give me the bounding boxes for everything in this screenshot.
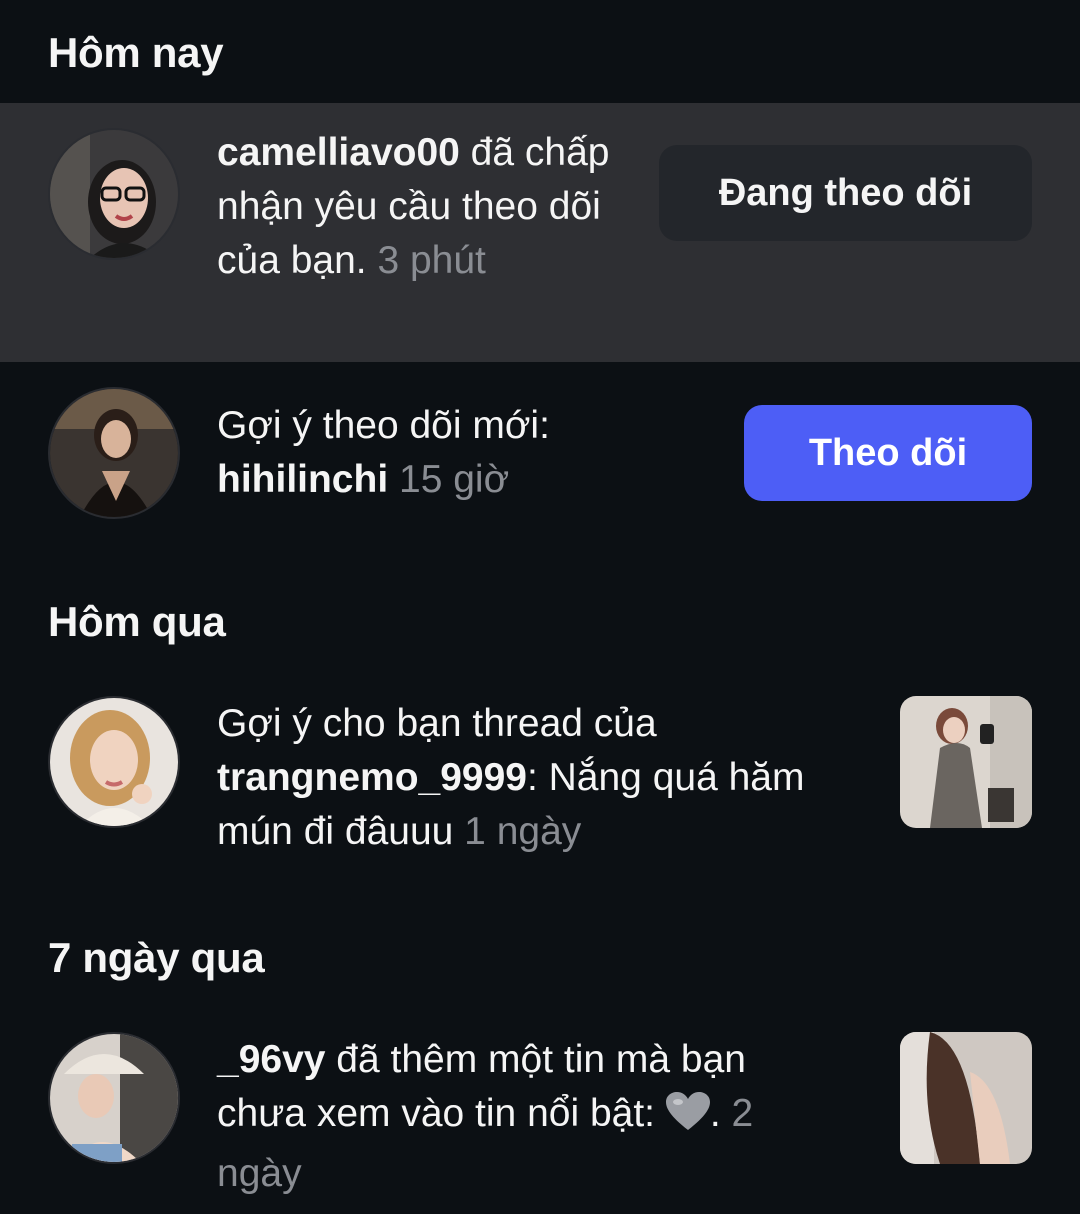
avatar-icon[interactable] bbox=[48, 1032, 180, 1164]
timestamp: 1 ngày bbox=[453, 810, 582, 853]
username[interactable]: hihilinchi bbox=[217, 458, 388, 501]
following-button[interactable]: Đang theo dõi bbox=[659, 145, 1032, 241]
follow-button[interactable]: Theo dõi bbox=[744, 405, 1032, 501]
notification-row[interactable]: camelliavo00 đã chấp nhận yêu cầu theo d… bbox=[0, 103, 1080, 362]
notification-row[interactable]: Gợi ý cho bạn thread của trangnemo_9999:… bbox=[0, 670, 1080, 870]
timestamp: 3 phút bbox=[366, 239, 486, 282]
grey-heart-emoji-icon bbox=[665, 1092, 710, 1147]
timestamp: 15 giờ bbox=[388, 458, 510, 501]
thread-thumbnail[interactable] bbox=[900, 696, 1032, 828]
notification-text: Gợi ý theo dõi mới: hihilinchi 15 giờ bbox=[217, 404, 550, 501]
section-header-today: Hôm nay bbox=[48, 29, 224, 76]
section-header-yesterday: Hôm qua bbox=[48, 598, 226, 645]
section-header-last-7-days: 7 ngày qua bbox=[48, 934, 265, 981]
username[interactable]: trangnemo_9999 bbox=[217, 756, 527, 799]
avatar-icon[interactable] bbox=[48, 128, 180, 260]
username[interactable]: _96vy bbox=[217, 1038, 325, 1081]
notification-text: camelliavo00 đã chấp nhận yêu cầu theo d… bbox=[217, 131, 610, 282]
story-thumbnail[interactable] bbox=[900, 1032, 1032, 1164]
avatar-icon[interactable] bbox=[48, 387, 180, 519]
username[interactable]: camelliavo00 bbox=[217, 131, 460, 174]
notification-text: Gợi ý cho bạn thread của trangnemo_9999:… bbox=[217, 702, 805, 853]
notification-row[interactable]: Gợi ý theo dõi mới: hihilinchi 15 giờ Th… bbox=[0, 362, 1080, 552]
notification-row[interactable]: _96vy đã thêm một tin mà bạn chưa xem và… bbox=[0, 1006, 1080, 1214]
avatar-icon[interactable] bbox=[48, 696, 180, 828]
notification-text: _96vy đã thêm một tin mà bạn chưa xem và… bbox=[217, 1038, 754, 1195]
